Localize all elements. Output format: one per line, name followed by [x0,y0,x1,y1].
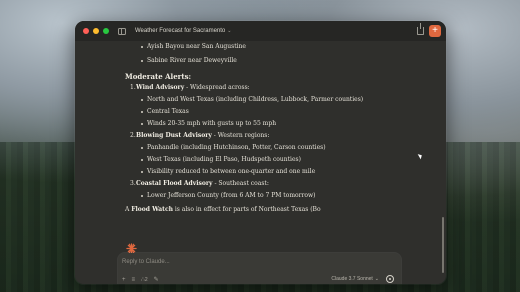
tools-count: 2 [144,277,148,283]
alert-description: - Southeast coast: [212,180,269,187]
sidebar-toggle-icon[interactable] [118,27,126,35]
list-item: Ayish Bayou near San Augustine [147,43,246,50]
model-name: Claude 3.7 Sonnet [331,276,373,282]
bullet-icon [141,46,143,48]
alert-name: Wind Advisory [136,84,185,91]
settings-sliders-icon[interactable]: ≡ [132,277,136,283]
alert-title: Wind Advisory - Widespread across: [136,84,250,91]
bullet-icon [141,60,143,62]
alert-description: - Western regions: [211,132,270,139]
list-item: Central Texas [147,108,189,115]
alert-name: Blowing Dust Advisory [136,132,212,139]
window-controls [83,28,109,34]
flood-watch-label: Flood Watch [131,206,173,213]
alert-title: Coastal Flood Advisory - Southeast coast… [136,180,269,187]
bullet-icon [141,195,143,197]
claude-window: Weather Forecast for Sacramento ⌄ + Ayis… [75,21,446,284]
closing-text: is also in effect for parts of Northeast… [172,206,321,213]
minimize-window-button[interactable] [93,28,99,34]
closing-paragraph: A Flood Watch is also in effect for part… [125,206,321,213]
share-icon[interactable] [417,23,424,35]
close-window-button[interactable] [83,28,89,34]
alert-title: Blowing Dust Advisory - Western regions: [136,132,269,139]
list-item: Lower Jefferson County (from 6 AM to 7 P… [147,192,316,199]
list-item: Sabine River near Deweyville [147,57,237,64]
bullet-icon [141,159,143,161]
list-item: North and West Texas (including Childres… [147,96,364,103]
bullet-icon [141,111,143,113]
chat-title: Weather Forecast for Sacramento [135,28,226,34]
list-item: West Texas (including El Paso, Hudspeth … [147,156,301,163]
maximize-window-button[interactable] [103,28,109,34]
alert-name: Coastal Flood Advisory [136,180,213,187]
pencil-icon[interactable]: ✎ [154,276,159,283]
tools-button[interactable]: ∴2 [141,276,148,283]
section-heading: Moderate Alerts: [125,72,192,81]
composer-toolbar: + ≡ ∴2 ✎ [122,276,159,284]
bullet-icon [141,171,143,173]
bullet-icon [141,147,143,149]
bullet-icon [141,99,143,101]
list-item: Visibility reduced to between one-quarte… [147,168,316,175]
title-bar: Weather Forecast for Sacramento ⌄ + [75,21,446,41]
new-chat-button[interactable]: + [429,25,441,37]
list-item: Panhandle (including Hutchinson, Potter,… [147,144,326,151]
scrollbar[interactable] [442,217,444,273]
chevron-down-icon: ⌄ [227,28,232,34]
chat-title-dropdown[interactable]: Weather Forecast for Sacramento ⌄ [135,28,231,34]
list-number: 2. [130,132,136,139]
add-attachment-icon[interactable]: + [122,277,126,283]
alert-description: - Widespread across: [184,84,250,91]
message-composer: Reply to Claude... + ≡ ∴2 ✎ Claude 3.7 S… [118,253,401,284]
bullet-icon [141,123,143,125]
list-item: Winds 20-35 mph with gusts up to 55 mph [147,120,277,127]
reply-input[interactable]: Reply to Claude... [122,259,170,265]
chevron-down-icon: ⌄ [374,276,379,282]
conversation-area: Ayish Bayou near San Augustine Sabine Ri… [75,41,446,284]
voice-mode-button[interactable] [386,275,394,283]
model-selector[interactable]: Claude 3.7 Sonnet ⌄ [331,276,379,282]
list-number: 3. [130,180,136,187]
list-number: 1. [130,84,136,91]
